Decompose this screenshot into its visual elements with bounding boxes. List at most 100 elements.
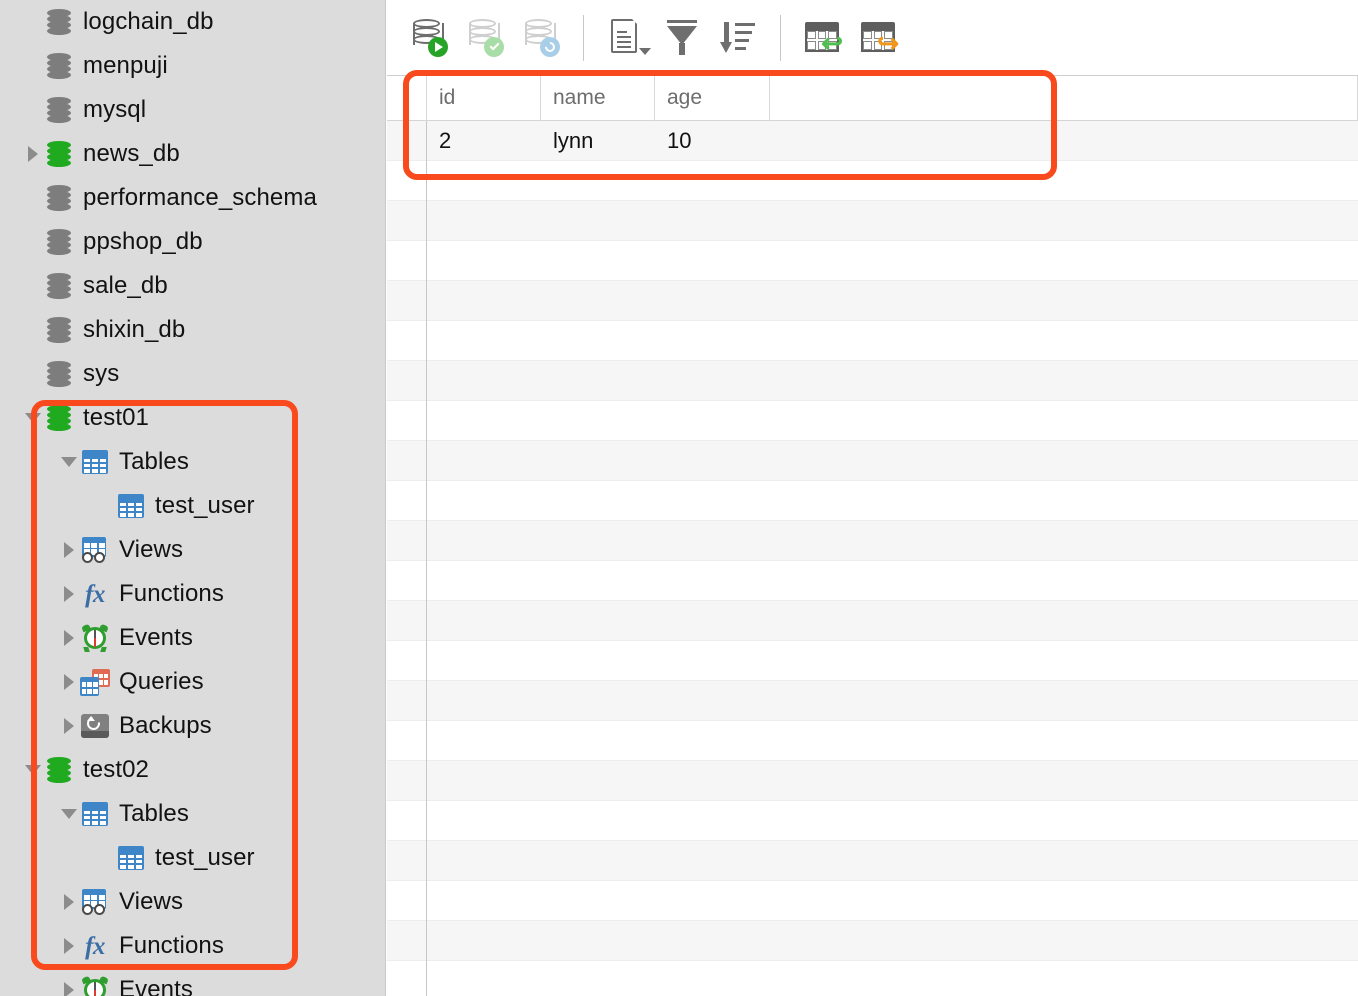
sidebar-item-functions[interactable]: fx Functions (0, 572, 385, 616)
grid-empty-row[interactable] (387, 560, 1358, 601)
row-gutter-cell[interactable] (387, 480, 427, 521)
sidebar-item-test-user[interactable]: test_user (0, 836, 385, 880)
chevron-right-icon[interactable] (22, 132, 44, 176)
grid-empty-row[interactable] (387, 360, 1358, 401)
chevron-right-icon[interactable] (58, 616, 80, 660)
row-gutter-cell[interactable] (387, 200, 427, 241)
sidebar-item-views[interactable]: Views (0, 528, 385, 572)
grid-empty-row[interactable] (387, 400, 1358, 441)
chevron-down-icon[interactable] (58, 440, 80, 484)
grid-cell-id[interactable]: 2 (427, 121, 541, 161)
row-gutter-cell[interactable] (387, 160, 427, 201)
grid-empty-row[interactable] (387, 440, 1358, 481)
result-data-grid[interactable]: id name age 2 lynn 10 (387, 75, 1358, 996)
sidebar-item-functions[interactable]: fx Functions (0, 924, 385, 968)
grid-cell-age[interactable]: 10 (655, 121, 770, 161)
sidebar-item-test02[interactable]: test02 (0, 748, 385, 792)
grid-empty-row[interactable] (387, 600, 1358, 641)
sidebar-item-label: menpuji (83, 52, 168, 79)
grid-empty-row[interactable] (387, 640, 1358, 681)
row-gutter-cell[interactable] (387, 640, 427, 681)
chevron-right-icon[interactable] (58, 704, 80, 748)
row-gutter-cell[interactable] (387, 520, 427, 561)
row-gutter-cell[interactable] (387, 880, 427, 921)
row-gutter-cell[interactable] (387, 800, 427, 841)
grid-empty-row[interactable] (387, 280, 1358, 321)
row-gutter-cell[interactable] (387, 240, 427, 281)
export-document-button[interactable] (598, 10, 654, 66)
revert-changes-button[interactable]: ↩ (795, 10, 851, 66)
grid-empty-row[interactable] (387, 800, 1358, 841)
apply-changes-button[interactable]: ↪ (851, 10, 907, 66)
result-grid-toolbar[interactable]: ↩ ↪ (387, 0, 1358, 76)
sidebar-item-events[interactable]: Events (0, 616, 385, 660)
sidebar-item-sale-db[interactable]: sale_db (0, 264, 385, 308)
row-gutter-cell[interactable] (387, 320, 427, 361)
chevron-right-icon[interactable] (58, 880, 80, 924)
row-gutter-cell[interactable] (387, 280, 427, 321)
grid-body[interactable]: 2 lynn 10 (387, 120, 1358, 961)
filter-button[interactable] (654, 10, 710, 66)
chevron-down-icon[interactable] (639, 47, 651, 55)
database-navigator-sidebar[interactable]: logchain_dbmenpuji mysql news_db performanc… (0, 0, 386, 996)
row-gutter-cell[interactable] (387, 400, 427, 441)
sidebar-item-tables[interactable]: Tables (0, 440, 385, 484)
row-gutter-cell[interactable] (387, 560, 427, 601)
row-gutter-cell[interactable] (387, 120, 427, 161)
grid-header-row[interactable]: id name age (387, 75, 1358, 121)
sidebar-item-test-user[interactable]: test_user (0, 484, 385, 528)
sidebar-item-events[interactable]: Events (0, 968, 385, 996)
sidebar-item-sys[interactable]: sys (0, 352, 385, 396)
chevron-right-icon[interactable] (58, 528, 80, 572)
sidebar-item-label: shixin_db (83, 316, 186, 343)
row-gutter-cell[interactable] (387, 440, 427, 481)
chevron-down-icon[interactable] (22, 396, 44, 440)
grid-empty-row[interactable] (387, 320, 1358, 361)
sidebar-item-queries[interactable]: Queries (0, 660, 385, 704)
row-gutter-cell[interactable] (387, 920, 427, 961)
grid-empty-row[interactable] (387, 760, 1358, 801)
chevron-down-icon[interactable] (58, 792, 80, 836)
row-gutter-cell[interactable] (387, 760, 427, 801)
grid-empty-row[interactable] (387, 880, 1358, 921)
sidebar-item-performance-schema[interactable]: performance_schema (0, 176, 385, 220)
chevron-right-icon[interactable] (58, 660, 80, 704)
grid-empty-row[interactable] (387, 520, 1358, 561)
grid-empty-row[interactable] (387, 480, 1358, 521)
grid-column-header-age[interactable]: age (655, 75, 770, 121)
table-row[interactable]: 2 lynn 10 (387, 120, 1358, 161)
row-gutter-cell[interactable] (387, 600, 427, 641)
grid-empty-row[interactable] (387, 680, 1358, 721)
row-gutter-cell[interactable] (387, 720, 427, 761)
row-gutter-cell[interactable] (387, 680, 427, 721)
sidebar-item-tables[interactable]: Tables (0, 792, 385, 836)
sidebar-item-logchain-db[interactable]: logchain_db (0, 0, 385, 44)
chevron-down-icon[interactable] (22, 748, 44, 792)
grid-cell-name[interactable]: lynn (541, 121, 655, 161)
sidebar-item-test01[interactable]: test01 (0, 396, 385, 440)
sidebar-item-menpuji[interactable]: menpuji (0, 44, 385, 88)
grid-empty-row[interactable] (387, 920, 1358, 961)
sidebar-item-news-db[interactable]: news_db (0, 132, 385, 176)
grid-column-header-id[interactable]: id (427, 75, 541, 121)
sidebar-item-shixin-db[interactable]: shixin_db (0, 308, 385, 352)
row-gutter-cell[interactable] (387, 840, 427, 881)
grid-empty-row[interactable] (387, 160, 1358, 201)
sidebar-item-ppshop-db[interactable]: ppshop_db (0, 220, 385, 264)
chevron-right-icon[interactable] (58, 572, 80, 616)
grid-empty-row[interactable] (387, 240, 1358, 281)
grid-empty-row[interactable] (387, 200, 1358, 241)
chevron-right-icon[interactable] (58, 924, 80, 968)
sidebar-item-views[interactable]: Views (0, 880, 385, 924)
queries-icon (80, 667, 110, 697)
row-gutter-cell[interactable] (387, 360, 427, 401)
chevron-right-icon[interactable] (58, 968, 80, 996)
sort-button[interactable] (710, 10, 766, 66)
run-query-button[interactable] (401, 10, 457, 66)
grid-empty-row[interactable] (387, 840, 1358, 881)
sidebar-item-mysql[interactable]: mysql (0, 88, 385, 132)
sidebar-item-backups[interactable]: Backups (0, 704, 385, 748)
grid-empty-row[interactable] (387, 720, 1358, 761)
grid-column-header-name[interactable]: name (541, 75, 655, 121)
